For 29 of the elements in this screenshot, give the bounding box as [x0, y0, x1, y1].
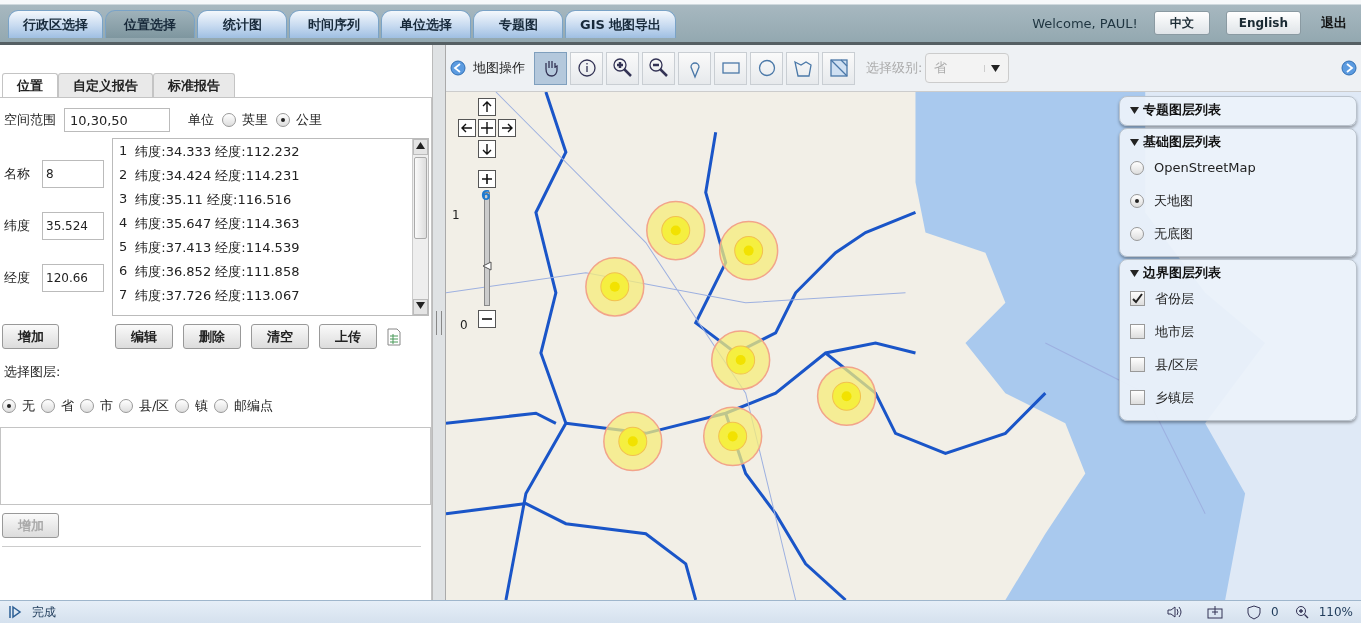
- layer-label: 地市层: [1155, 322, 1194, 341]
- welcome-text: Welcome, PAUL!: [1032, 15, 1138, 31]
- option-label: 省: [61, 397, 74, 415]
- option-label: 公里: [296, 111, 322, 129]
- field-label: 空间范围: [4, 111, 56, 129]
- field-label: 纬度: [4, 217, 31, 235]
- option-label: 邮编点: [234, 397, 274, 415]
- layer-label: 天地图: [1154, 191, 1193, 210]
- section-label: 选择图层:: [4, 363, 61, 381]
- field-label: 单位: [188, 111, 214, 129]
- scale-label: 1: [452, 208, 460, 222]
- status-text: 完成: [32, 603, 56, 621]
- layer-label: 县/区层: [1155, 355, 1199, 374]
- option-label: 市: [100, 397, 113, 415]
- field-label: 经度: [4, 269, 31, 287]
- toolbar-title: 地图操作: [473, 59, 525, 77]
- option-label: 县/区: [139, 397, 170, 415]
- layer-label: OpenStreetMap: [1154, 160, 1256, 175]
- layer-label: 无底图: [1154, 224, 1193, 243]
- option-label: 英里: [242, 111, 268, 129]
- option-label: 无: [22, 397, 35, 415]
- level-label: 选择级别:: [866, 59, 923, 77]
- blocked-count: 0: [1271, 605, 1279, 619]
- scale-label: 0: [460, 318, 468, 332]
- layer-label: 乡镇层: [1155, 388, 1194, 407]
- layer-label: 省份层: [1155, 289, 1194, 308]
- option-label: 镇: [195, 397, 209, 415]
- field-label: 名称: [4, 165, 31, 183]
- zoom-level: 6: [481, 187, 491, 203]
